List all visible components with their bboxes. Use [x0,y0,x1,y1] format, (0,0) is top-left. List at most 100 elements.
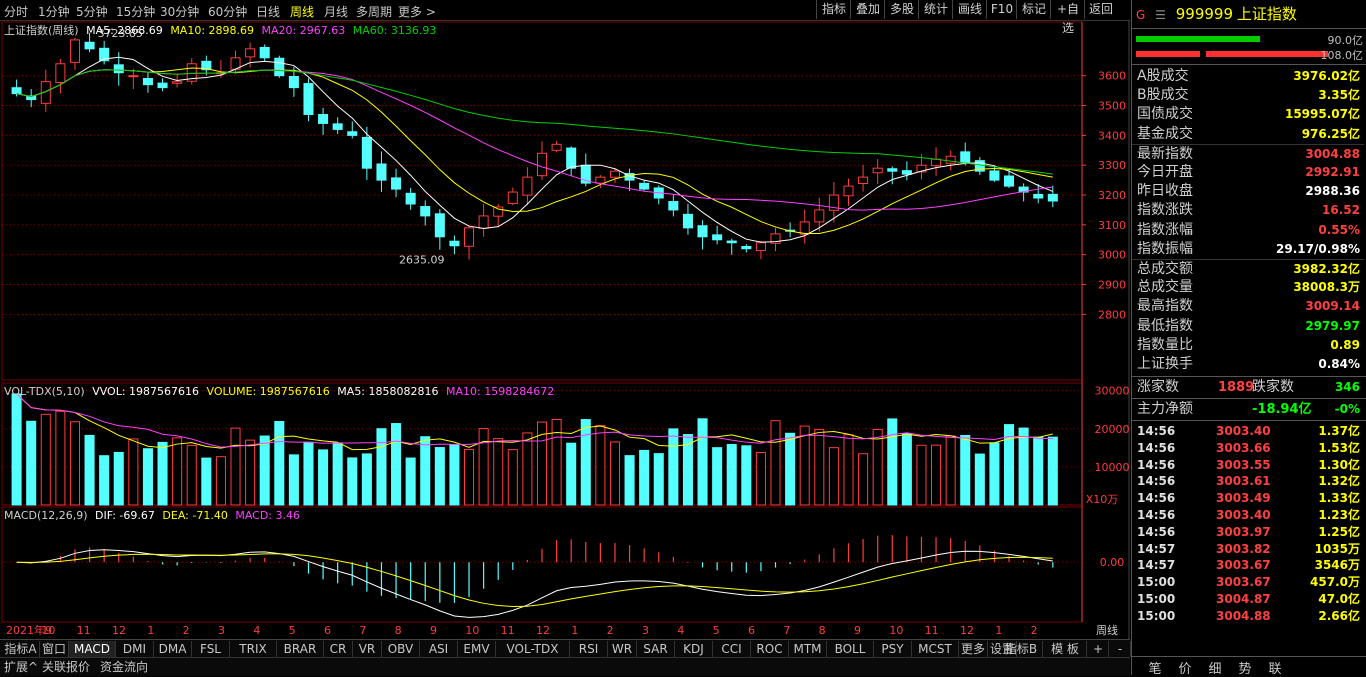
vol-title: VOL-TDX(5,10) [4,385,85,398]
volume-bar-6 [99,455,110,506]
volume-bar-42 [624,455,635,506]
indicator-tab-6[interactable]: TRIX [230,641,277,657]
volume-bar-10 [157,441,168,506]
rise-fall-row: 涨家数 1889 跌家数 346 [1132,378,1364,397]
quote-row-13: 最低指数 2979.97 [1132,317,1364,336]
tick-row-6: 14:56 3003.97 1.25亿 [1132,524,1364,540]
quote-label-15: 上证换手 [1137,356,1193,372]
vol-ma10-line [16,393,1053,448]
indicator-right-tab-0[interactable]: 指标B [1000,641,1043,657]
tick-volume: 457.0万 [1310,575,1360,590]
tick-volume: 2.66亿 [1318,608,1360,623]
volume-bar-70 [1033,436,1044,506]
ma60-line [16,69,1053,175]
candle-body-27 [405,192,416,205]
indicator-tab-10[interactable]: OBV [382,641,420,657]
indicator-tab-14[interactable]: RSI [570,641,608,657]
tick-volume: 1.23亿 [1318,508,1360,522]
volume-bar-17 [259,435,270,506]
indicator-tab-18[interactable]: CCI [713,641,751,657]
indicator-tab-17[interactable]: KDJ [675,641,713,657]
x-axis-label-18: 3 [642,624,649,637]
candle-body-68 [1004,175,1015,187]
indicator-tab-0[interactable]: 指标A [2,641,40,657]
indicator-tab-1[interactable]: 窗口 [40,641,69,657]
tick-row-9: 15:00 3003.67 457.0万 [1132,574,1364,590]
kline-chart[interactable]: 3600 3500 3400 3300 3200 3100 3000 2900 2800 3 7 2 3… [0,0,1130,640]
tick-time: 14:56 [1137,491,1176,506]
extension-tab-0[interactable]: 扩展^ [4,659,38,675]
indicator-tab-22[interactable]: PSY [874,641,912,657]
indicator-tab-11[interactable]: ASI [420,641,458,657]
x-axis-label-6: 3 [218,624,225,637]
volume-bar-49 [726,443,737,506]
volume-bar-62 [916,444,927,506]
quote-label-1: B股成交 [1137,87,1189,104]
indicator-right-tab-2[interactable]: + [1088,641,1109,657]
quote-value-4: 3004.88 [1305,146,1360,161]
candle-body-30 [449,240,460,247]
quote-label-5: 今日开盘 [1137,164,1193,180]
panel-tab-4[interactable]: 联 [1260,658,1290,677]
candle-body-20 [303,83,314,115]
extension-tab-2[interactable]: 资金流向 [100,659,148,675]
x-axis-label-27: 12 [960,624,974,637]
indicator-right-tab-1[interactable]: 模 板 [1044,641,1087,657]
candle-body-5 [84,41,95,50]
menu-icon[interactable]: ☰ [1155,8,1166,22]
candle-body-37 [551,143,562,151]
panel-tab-0[interactable]: 笔 [1140,658,1170,677]
ma10-legend: MA10: 2898.69 [170,24,255,37]
candle-body-60 [887,168,898,172]
extension-tab-1[interactable]: 关联报价 [42,659,90,675]
panel-tab-3[interactable]: 势 [1230,658,1260,677]
candle-body-57 [843,185,854,197]
indicator-tab-9[interactable]: VR [353,641,382,657]
volume-bar-50 [741,445,752,506]
indicator-tab-23[interactable]: MCST [912,641,959,657]
indicator-tab-12[interactable]: EMV [458,641,496,657]
indicator-tab-15[interactable]: WR [608,641,637,657]
indicator-tab-24[interactable]: 更多 [959,641,988,657]
indicator-tab-20[interactable]: MTM [789,641,827,657]
volume-bar-15 [230,427,241,506]
bar1-label: 90.0亿 [1327,34,1364,47]
quote-label-11: 总成交量 [1137,279,1193,296]
candle-body-21 [318,114,329,124]
candle-body-61 [901,170,912,175]
indicator-tab-7[interactable]: BRAR [277,641,324,657]
quote-label-9: 指数振幅 [1137,240,1193,257]
volume-bar-23 [347,457,358,506]
quote-row-6: 昨日收盘 2988.36 [1132,182,1364,201]
indicator-tab-4[interactable]: DMA [154,641,192,657]
indicator-tab-2[interactable]: MACD [69,641,116,657]
volume-bar-26 [391,423,402,506]
indicator-tab-16[interactable]: SAR [637,641,675,657]
candle-body-48 [712,234,723,241]
candle-body-67 [989,170,1000,181]
volume-bar-0 [11,393,22,506]
candle-body-9 [142,77,153,86]
quote-label-14: 指数量比 [1137,336,1193,353]
tick-volume: 1035万 [1314,541,1360,556]
volume-bar-27 [405,457,416,506]
vol-ma5-legend: MA5: 1858082816 [337,385,439,398]
tick-time: 14:56 [1137,524,1176,539]
volume-bar-25 [376,428,387,506]
indicator-tab-13[interactable]: VOL-TDX [496,641,570,657]
indicator-right-tab-3[interactable]: - [1110,641,1131,657]
indicator-tab-3[interactable]: DMI [116,641,154,657]
panel-tab-1[interactable]: 价 [1170,658,1200,677]
tick-volume: 1.32亿 [1318,474,1360,489]
volume-bar-9 [142,448,153,506]
tick-row-3: 14:56 3003.61 1.32亿 [1132,473,1364,489]
panel-tab-2[interactable]: 细 [1200,658,1230,677]
indicator-tab-19[interactable]: ROC [751,641,789,657]
tick-time: 15:00 [1137,608,1176,623]
candle-body-55 [814,209,825,223]
volume-bar-66 [974,453,985,506]
indicator-tab-8[interactable]: CR [324,641,353,657]
indicator-tab-21[interactable]: BOLL [827,641,874,657]
volume-bar-32 [478,428,489,506]
indicator-tab-5[interactable]: FSL [192,641,230,657]
